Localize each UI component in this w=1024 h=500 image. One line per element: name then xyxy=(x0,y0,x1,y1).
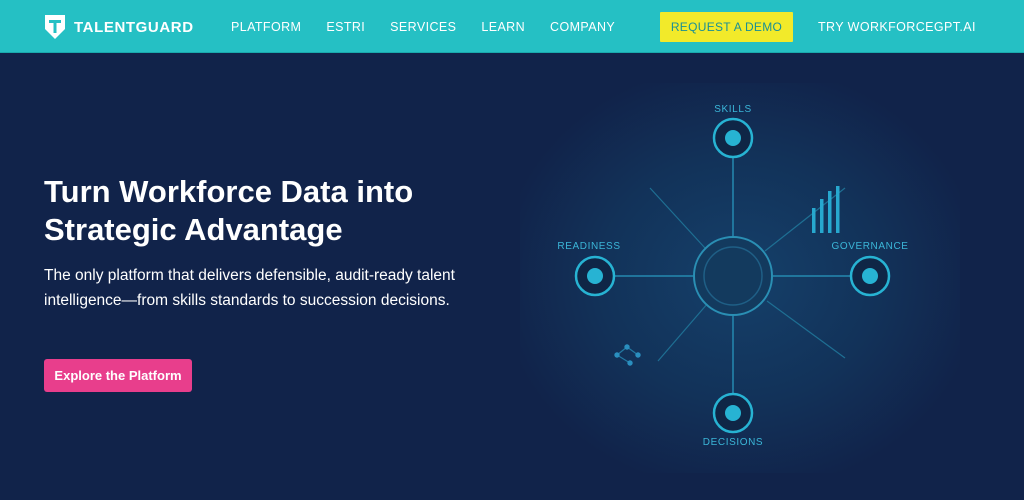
node-decisions xyxy=(712,392,754,434)
nav-item-company[interactable]: COMPANY xyxy=(550,20,615,34)
bar-chart-icon xyxy=(812,186,840,233)
node-label-governance: GOVERNANCE xyxy=(831,241,909,252)
try-workforcegpt-link[interactable]: TRY WORKFORCEGPT.AI xyxy=(818,0,976,53)
capability-diagram: SKILLS READINESS GOVERNANCE DECISIONS xyxy=(540,93,960,453)
node-label-decisions: DECISIONS xyxy=(702,437,764,448)
nav-item-learn[interactable]: LEARN xyxy=(481,20,525,34)
top-nav: TALENTGUARD PLATFORM ESTRI SERVICES LEAR… xyxy=(0,0,1024,53)
main-menu: PLATFORM ESTRI SERVICES LEARN COMPANY xyxy=(231,0,640,53)
node-label-readiness: READINESS xyxy=(557,241,621,252)
explore-platform-button[interactable]: Explore the Platform xyxy=(44,359,192,392)
nav-item-platform[interactable]: PLATFORM xyxy=(231,20,301,34)
node-skills xyxy=(712,117,754,159)
hero-headline: Turn Workforce Data into Strategic Advan… xyxy=(44,174,414,247)
shield-t-icon xyxy=(45,15,65,39)
logo-text: TALENTGUARD xyxy=(74,18,194,36)
hero-section: Turn Workforce Data into Strategic Advan… xyxy=(0,53,1024,500)
center-hub-outer xyxy=(693,236,773,316)
node-label-skills: SKILLS xyxy=(714,104,752,115)
diagram-graphic xyxy=(574,117,891,434)
network-dots-icon xyxy=(614,344,641,366)
node-governance xyxy=(849,255,891,297)
request-demo-button[interactable]: REQUEST A DEMO xyxy=(660,12,793,42)
nav-item-services[interactable]: SERVICES xyxy=(390,20,456,34)
hero-subhead: The only platform that delivers defensib… xyxy=(44,267,455,309)
logo[interactable]: TALENTGUARD xyxy=(44,14,194,40)
nav-item-estri[interactable]: ESTRI xyxy=(326,20,365,34)
node-readiness xyxy=(574,255,616,297)
